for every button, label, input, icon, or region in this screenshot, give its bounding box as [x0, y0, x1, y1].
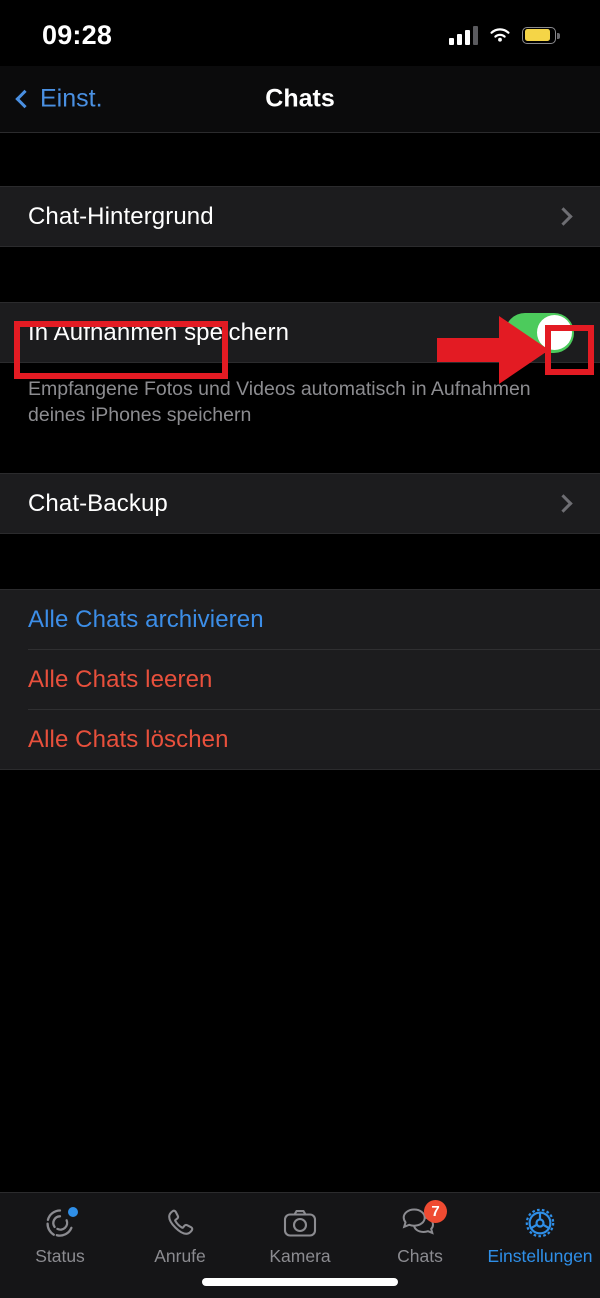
chats-unread-badge: 7 — [424, 1200, 447, 1223]
row-chat-wallpaper[interactable]: Chat-Hintergrund — [0, 187, 600, 246]
row-delete-all-chats[interactable]: Alle Chats löschen — [0, 710, 600, 769]
home-indicator — [202, 1278, 398, 1286]
tab-calls-label: Anrufe — [154, 1246, 206, 1266]
tab-bar: Status Anrufe Kamera 7 Chats Einstellung… — [0, 1192, 600, 1298]
status-ring-icon — [41, 1205, 79, 1241]
settings-list: Chat-Hintergrund In Aufnahmen speichern … — [0, 133, 600, 1192]
tab-status[interactable]: Status — [0, 1205, 120, 1267]
tab-chats-label: Chats — [397, 1246, 443, 1266]
row-chat-backup-label: Chat-Backup — [28, 489, 168, 517]
section-backup: Chat-Backup — [0, 473, 600, 534]
camera-icon — [281, 1205, 319, 1241]
row-save-to-camera-roll-label: In Aufnahmen speichern — [28, 318, 290, 346]
chevron-right-icon — [554, 207, 573, 226]
row-archive-all-chats-label: Alle Chats archivieren — [28, 605, 264, 633]
row-clear-all-chats-label: Alle Chats leeren — [28, 665, 213, 693]
section-media-save: In Aufnahmen speichern — [0, 302, 600, 363]
section-chat-actions: Alle Chats archivieren Alle Chats leeren… — [0, 589, 600, 770]
battery-low-power-icon — [522, 26, 560, 44]
phone-icon — [161, 1205, 199, 1241]
status-bar-time: 09:28 — [42, 19, 113, 50]
tab-calls[interactable]: Anrufe — [120, 1205, 240, 1267]
row-chat-backup[interactable]: Chat-Backup — [0, 474, 600, 533]
tab-settings[interactable]: Einstellungen — [480, 1205, 600, 1267]
section-wallpaper: Chat-Hintergrund — [0, 186, 600, 247]
row-save-to-camera-roll[interactable]: In Aufnahmen speichern — [0, 303, 600, 362]
row-chat-wallpaper-label: Chat-Hintergrund — [28, 202, 214, 230]
row-delete-all-chats-label: Alle Chats löschen — [28, 725, 229, 753]
tab-settings-label: Einstellungen — [487, 1246, 593, 1266]
phone-screen: 09:28 Einst. Chats Chat-Hintergrund In A… — [0, 0, 600, 1298]
tab-camera-label: Kamera — [269, 1246, 331, 1266]
chat-bubbles-icon: 7 — [401, 1200, 447, 1241]
chevron-right-icon — [554, 494, 573, 513]
cellular-bars-icon — [449, 25, 478, 45]
wifi-icon — [490, 28, 510, 42]
status-unread-dot — [68, 1207, 78, 1217]
status-bar: 09:28 — [0, 0, 600, 66]
navigation-bar: Einst. Chats — [0, 66, 600, 133]
tab-status-label: Status — [35, 1246, 85, 1266]
save-to-camera-roll-toggle[interactable] — [505, 312, 574, 353]
row-archive-all-chats[interactable]: Alle Chats archivieren — [0, 590, 600, 649]
toggle-knob — [536, 315, 572, 350]
row-clear-all-chats[interactable]: Alle Chats leeren — [0, 650, 600, 709]
page-title: Chats — [265, 84, 335, 113]
section-media-footer: Empfangene Fotos und Videos automatisch … — [0, 363, 600, 428]
tab-camera[interactable]: Kamera — [240, 1205, 360, 1267]
gear-icon — [521, 1205, 559, 1241]
tab-chats[interactable]: 7 Chats — [360, 1200, 480, 1267]
status-bar-indicators — [449, 25, 560, 45]
